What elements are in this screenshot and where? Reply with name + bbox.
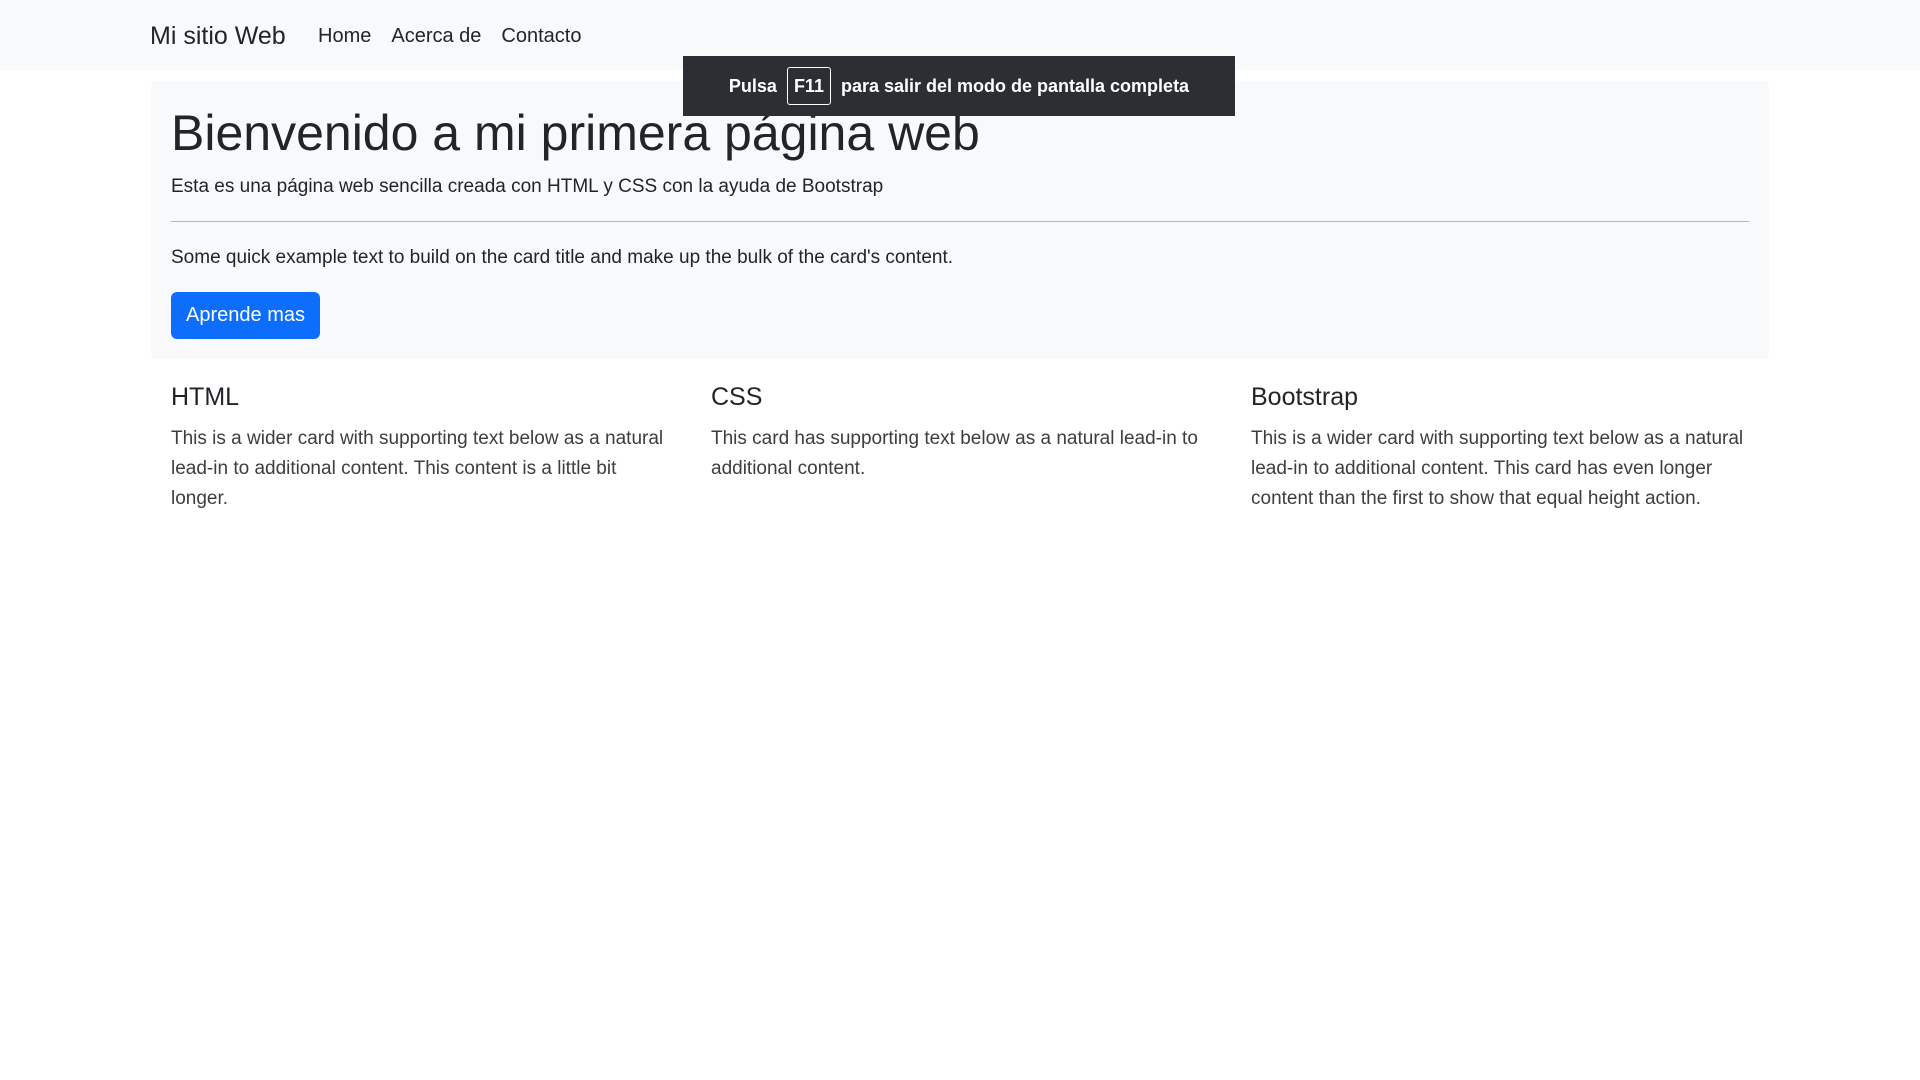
card-css: CSS This card has supporting text below … (711, 380, 1211, 484)
fullscreen-exit-notice: Pulsa F11 para salir del modo de pantall… (683, 56, 1235, 116)
nav-link-contacto[interactable]: Contacto (501, 22, 581, 50)
card-title: CSS (711, 383, 763, 411)
card-text: This is a wider card with supporting tex… (171, 428, 664, 509)
card-bootstrap: Bootstrap This is a wider card with supp… (1251, 380, 1751, 514)
card-text: This is a wider card with supporting tex… (1251, 428, 1744, 509)
page-lead: Esta es una página web sencilla creada c… (171, 176, 884, 197)
navbar-brand[interactable]: Mi sitio Web (150, 18, 286, 54)
nav-links: Home Acerca de Contacto (318, 22, 601, 50)
jumbotron: Bienvenido a mi primera página web Esta … (151, 81, 1769, 359)
card-html: HTML This is a wider card with supportin… (171, 380, 671, 514)
card-title: HTML (171, 383, 240, 411)
divider (171, 221, 1749, 222)
learn-more-button[interactable]: Aprende mas (171, 292, 320, 339)
notice-suffix: para salir del modo de pantalla completa (840, 75, 1190, 96)
card-text: This card has supporting text below as a… (711, 428, 1198, 479)
nav-link-acerca-de[interactable]: Acerca de (391, 22, 481, 50)
f11-key-badge: F11 (786, 67, 831, 105)
nav-link-home[interactable]: Home (318, 22, 371, 50)
notice-prefix: Pulsa (728, 75, 777, 96)
card-title: Bootstrap (1251, 383, 1359, 411)
jumbotron-text: Some quick example text to build on the … (171, 247, 954, 268)
